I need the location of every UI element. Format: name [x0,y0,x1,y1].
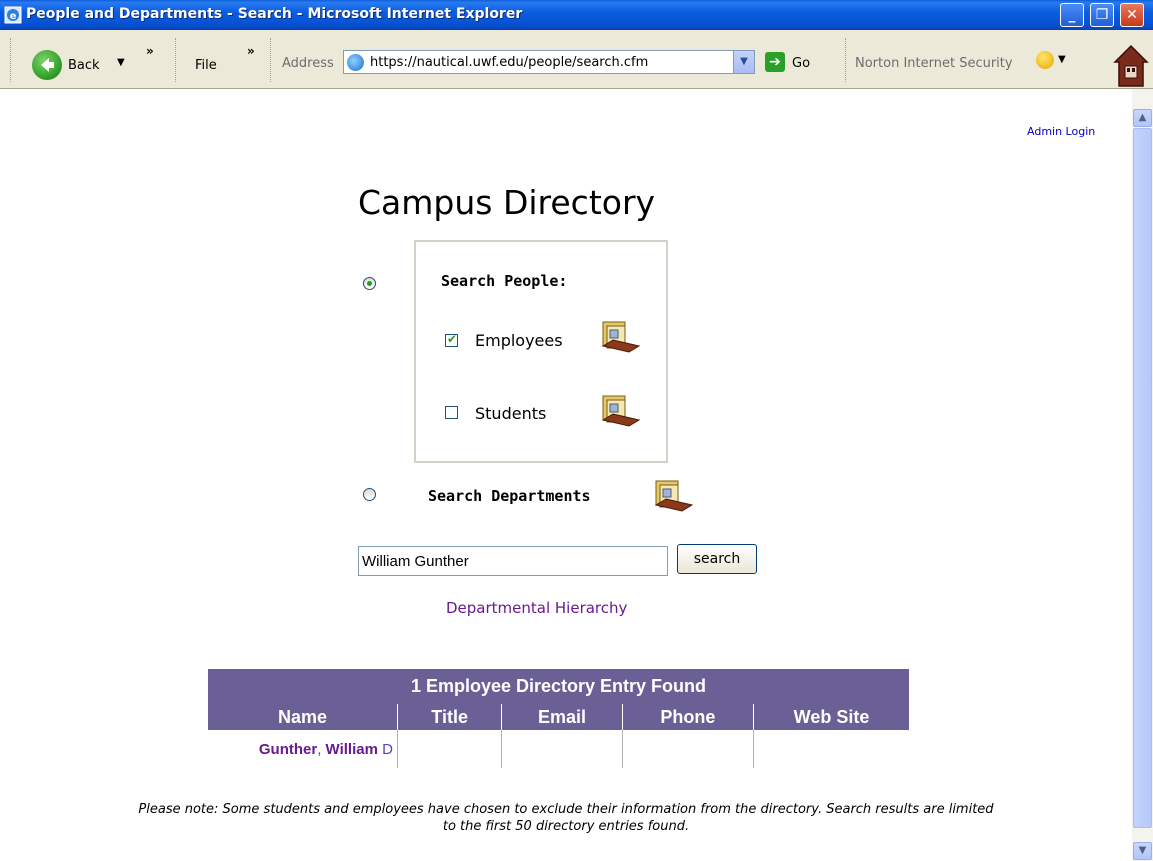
column-header-title: Title [396,704,502,730]
address-book-icon[interactable] [599,392,641,428]
address-dropdown-icon[interactable]: ▼ [733,51,754,73]
results-caption: 1 Employee Directory Entry Found [208,669,909,704]
result-web-cell [753,730,909,768]
vertical-scrollbar[interactable]: ▲ ▼ [1132,89,1153,861]
go-button[interactable]: Go [792,56,810,71]
employees-label[interactable]: Employees [475,331,563,350]
result-title-cell [396,730,502,768]
back-button[interactable] [32,50,62,80]
ie-page-icon [347,54,364,71]
results-header-row: Name Title Email Phone Web Site [208,704,909,730]
address-url[interactable]: https://nautical.uwf.edu/people/search.c… [370,55,648,70]
search-people-radio[interactable] [363,277,376,290]
page-content: Admin Login Campus Directory Search Peop… [0,89,1132,861]
scroll-down-icon[interactable]: ▼ [1133,842,1152,860]
scroll-up-icon[interactable]: ▲ [1133,109,1152,127]
result-last-name[interactable]: Gunther [259,741,317,758]
go-arrow-icon[interactable]: ➔ [765,52,785,72]
search-input[interactable] [358,546,668,576]
search-button[interactable]: search [677,544,757,574]
result-name-link[interactable]: Gunther, William D [259,741,393,758]
checkmark-icon: ✔ [447,332,458,346]
restore-icon: ❐ [1095,7,1109,23]
svg-text:e: e [10,11,17,22]
privacy-note-line-2: to the first 50 directory entries found. [442,819,690,834]
admin-login-link[interactable]: Admin Login [1027,125,1095,138]
back-dropdown-icon[interactable]: ▼ [117,57,125,68]
radio-selected-dot [367,281,372,286]
privacy-note: Please note: Some students and employees… [0,801,1132,835]
result-name-separator: , [317,740,326,758]
toolbar-grip [10,38,14,82]
result-name-cell: Gunther, William D [208,730,397,768]
table-row: Gunther, William D [208,730,909,768]
column-header-phone: Phone [621,704,754,730]
search-departments-radio[interactable] [363,488,376,501]
window-title: People and Departments - Search - Micros… [26,6,523,22]
toolbar-grip [175,38,179,82]
toolbar-chevron-icon[interactable]: » [146,44,154,58]
column-header-email: Email [501,704,623,730]
privacy-note-line-1: Please note: Some students and employees… [138,802,994,817]
window-titlebar: e People and Departments - Search - Micr… [0,0,1153,30]
file-menu[interactable]: File [195,58,217,73]
norton-icon[interactable] [1036,51,1054,69]
results-table: 1 Employee Directory Entry Found Name Ti… [208,669,909,768]
result-first-name[interactable]: William [326,741,378,758]
departmental-hierarchy-link[interactable]: Departmental Hierarchy [446,599,627,617]
address-bar[interactable]: https://nautical.uwf.edu/people/search.c… [343,50,755,74]
search-people-panel: Search People: ✔ Employees Students [414,240,668,463]
norton-label: Norton Internet Security [855,56,1013,71]
back-arrow-icon [41,58,54,72]
employees-checkbox[interactable]: ✔ [445,332,458,347]
address-label: Address [282,56,334,71]
back-label[interactable]: Back [68,58,100,73]
address-book-icon[interactable] [652,477,694,513]
norton-dropdown-icon[interactable]: ▼ [1058,54,1066,65]
close-icon: ✕ [1126,7,1138,23]
close-button[interactable]: ✕ [1120,3,1144,27]
address-book-icon[interactable] [599,318,641,354]
toolbar-grip [845,38,849,82]
students-checkbox[interactable] [445,406,458,419]
toolbar-grip [270,38,274,82]
search-departments-label: Search Departments [428,487,591,505]
column-header-web-site: Web Site [753,704,909,730]
maximize-button[interactable]: ❐ [1090,3,1114,27]
scroll-thumb[interactable] [1133,128,1152,828]
result-email-cell [501,730,623,768]
result-middle-initial: D [377,740,393,758]
page-title: Campus Directory [358,183,656,222]
search-people-label: Search People: [441,272,568,290]
ie-icon: e [4,6,22,24]
home-icon[interactable] [1113,44,1149,88]
minimize-icon: _ [1068,7,1076,23]
result-phone-cell [621,730,754,768]
students-label[interactable]: Students [475,404,546,423]
menu-chevron-icon[interactable]: » [247,44,255,58]
column-header-name: Name [208,704,398,730]
minimize-button[interactable]: _ [1060,3,1084,27]
